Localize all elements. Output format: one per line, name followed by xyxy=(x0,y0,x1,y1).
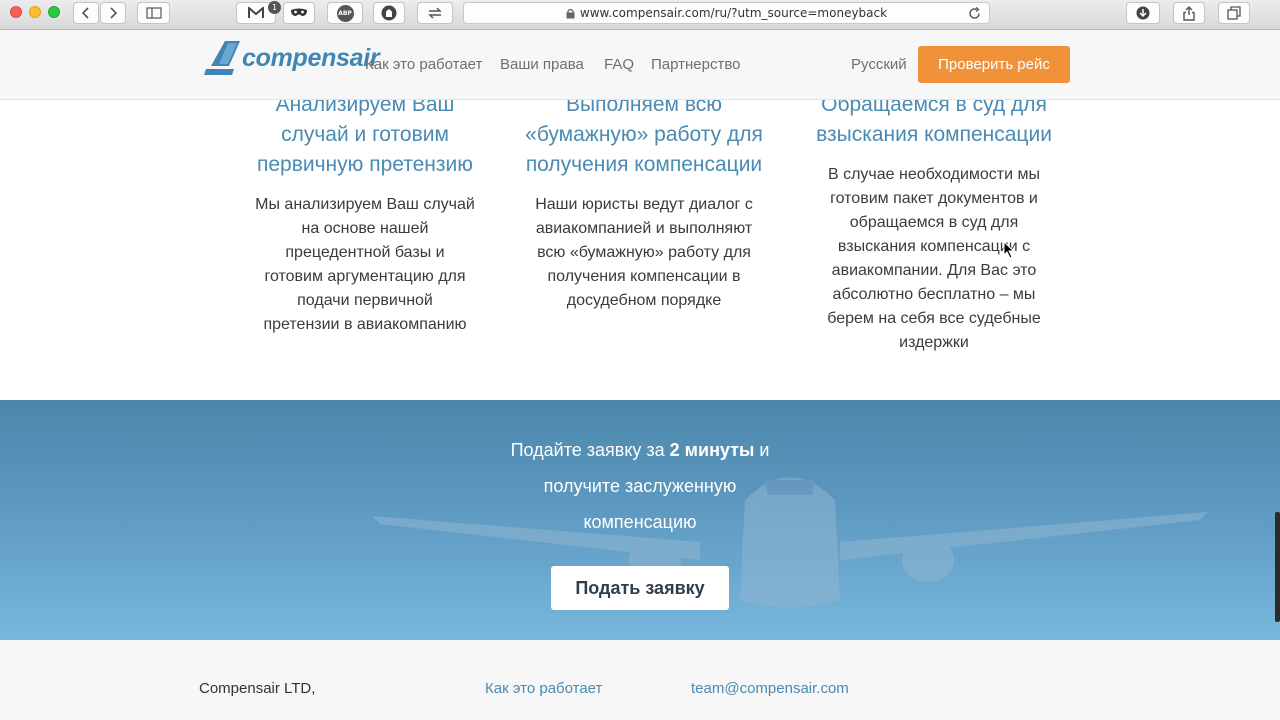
transfer-arrows-icon xyxy=(428,7,442,19)
sidebar-toggle-button[interactable] xyxy=(137,2,170,24)
download-icon xyxy=(1136,6,1150,20)
step-1-title: Анализируем Ваш случай и готовим первичн… xyxy=(256,93,474,176)
adblock-extension-button[interactable]: ABP xyxy=(327,2,363,24)
close-window-button[interactable] xyxy=(10,6,22,18)
submit-claim-button[interactable]: Подать заявку xyxy=(551,566,729,610)
share-button[interactable] xyxy=(1173,2,1205,24)
nav-your-rights[interactable]: Ваши права xyxy=(500,56,584,73)
site-header: compensair Как это работает Ваши права F… xyxy=(0,30,1280,100)
address-bar[interactable]: www.compensair.com/ru/?utm_source=moneyb… xyxy=(463,2,990,24)
step-2: Выполняем всю «бумажную» работу для полу… xyxy=(505,90,783,313)
mask-icon xyxy=(291,8,307,16)
tabs-overview-button[interactable] xyxy=(1218,2,1250,24)
nav-faq[interactable]: FAQ xyxy=(604,56,634,73)
step-2-description: Наши юристы ведут диалог с авиакомпанией… xyxy=(535,196,753,309)
footer-email-link[interactable]: team@compensair.com xyxy=(691,680,849,697)
mouse-cursor-icon xyxy=(1003,241,1015,259)
chevron-right-icon xyxy=(110,7,118,19)
chevron-left-icon xyxy=(81,7,89,19)
site-footer xyxy=(0,640,1280,720)
forward-button[interactable] xyxy=(100,2,126,24)
adblock-icon: ABP xyxy=(336,4,354,22)
nav-how-it-works[interactable]: Как это работает xyxy=(365,56,482,73)
page-scrollbar[interactable] xyxy=(1275,512,1280,622)
downloads-button[interactable] xyxy=(1126,2,1160,24)
plane-tail-logo-icon xyxy=(204,41,240,75)
browser-toolbar: 1 ABP www.compensair.com/ru/?utm_source=… xyxy=(0,0,1280,30)
mail-count-badge: 1 xyxy=(268,1,281,14)
reload-icon[interactable] xyxy=(968,7,981,20)
banner-headline: Подайте заявку за 2 минуты и получите за… xyxy=(510,440,770,532)
gmail-icon xyxy=(248,7,264,18)
language-selector[interactable]: Русский xyxy=(851,56,907,73)
step-2-title: Выполняем всю «бумажную» работу для полу… xyxy=(525,93,763,176)
share-icon xyxy=(1183,5,1195,21)
ghostery-extension-button[interactable] xyxy=(373,2,405,24)
gmail-extension-button[interactable]: 1 xyxy=(236,1,281,24)
step-3-description: В случае необходимости мы готовим пакет … xyxy=(827,166,1041,351)
check-flight-button[interactable]: Проверить рейс xyxy=(918,46,1070,83)
step-1: Анализируем Ваш случай и готовим первичн… xyxy=(240,90,490,337)
nav-partnership[interactable]: Партнерство xyxy=(651,56,741,73)
compensair-logo[interactable]: compensair xyxy=(204,41,380,75)
ghost-icon xyxy=(381,5,397,21)
step-3: Обращаемся в суд для взыскания компенсац… xyxy=(800,90,1068,355)
url-text: www.compensair.com/ru/?utm_source=moneyb… xyxy=(579,6,888,20)
back-button[interactable] xyxy=(73,2,99,24)
tabs-icon xyxy=(1227,6,1241,20)
sidebar-icon xyxy=(145,7,162,19)
logo-text: compensair xyxy=(242,43,380,72)
mask-extension-button[interactable] xyxy=(283,2,315,24)
zoom-window-button[interactable] xyxy=(48,6,60,18)
lock-icon xyxy=(566,8,575,18)
step-1-description: Мы анализируем Ваш случай на основе наше… xyxy=(255,196,475,333)
footer-company: Compensair LTD, xyxy=(199,680,316,697)
minimize-window-button[interactable] xyxy=(29,6,41,18)
transfer-extension-button[interactable] xyxy=(417,2,453,24)
footer-link-how-it-works[interactable]: Как это работает xyxy=(485,680,602,697)
